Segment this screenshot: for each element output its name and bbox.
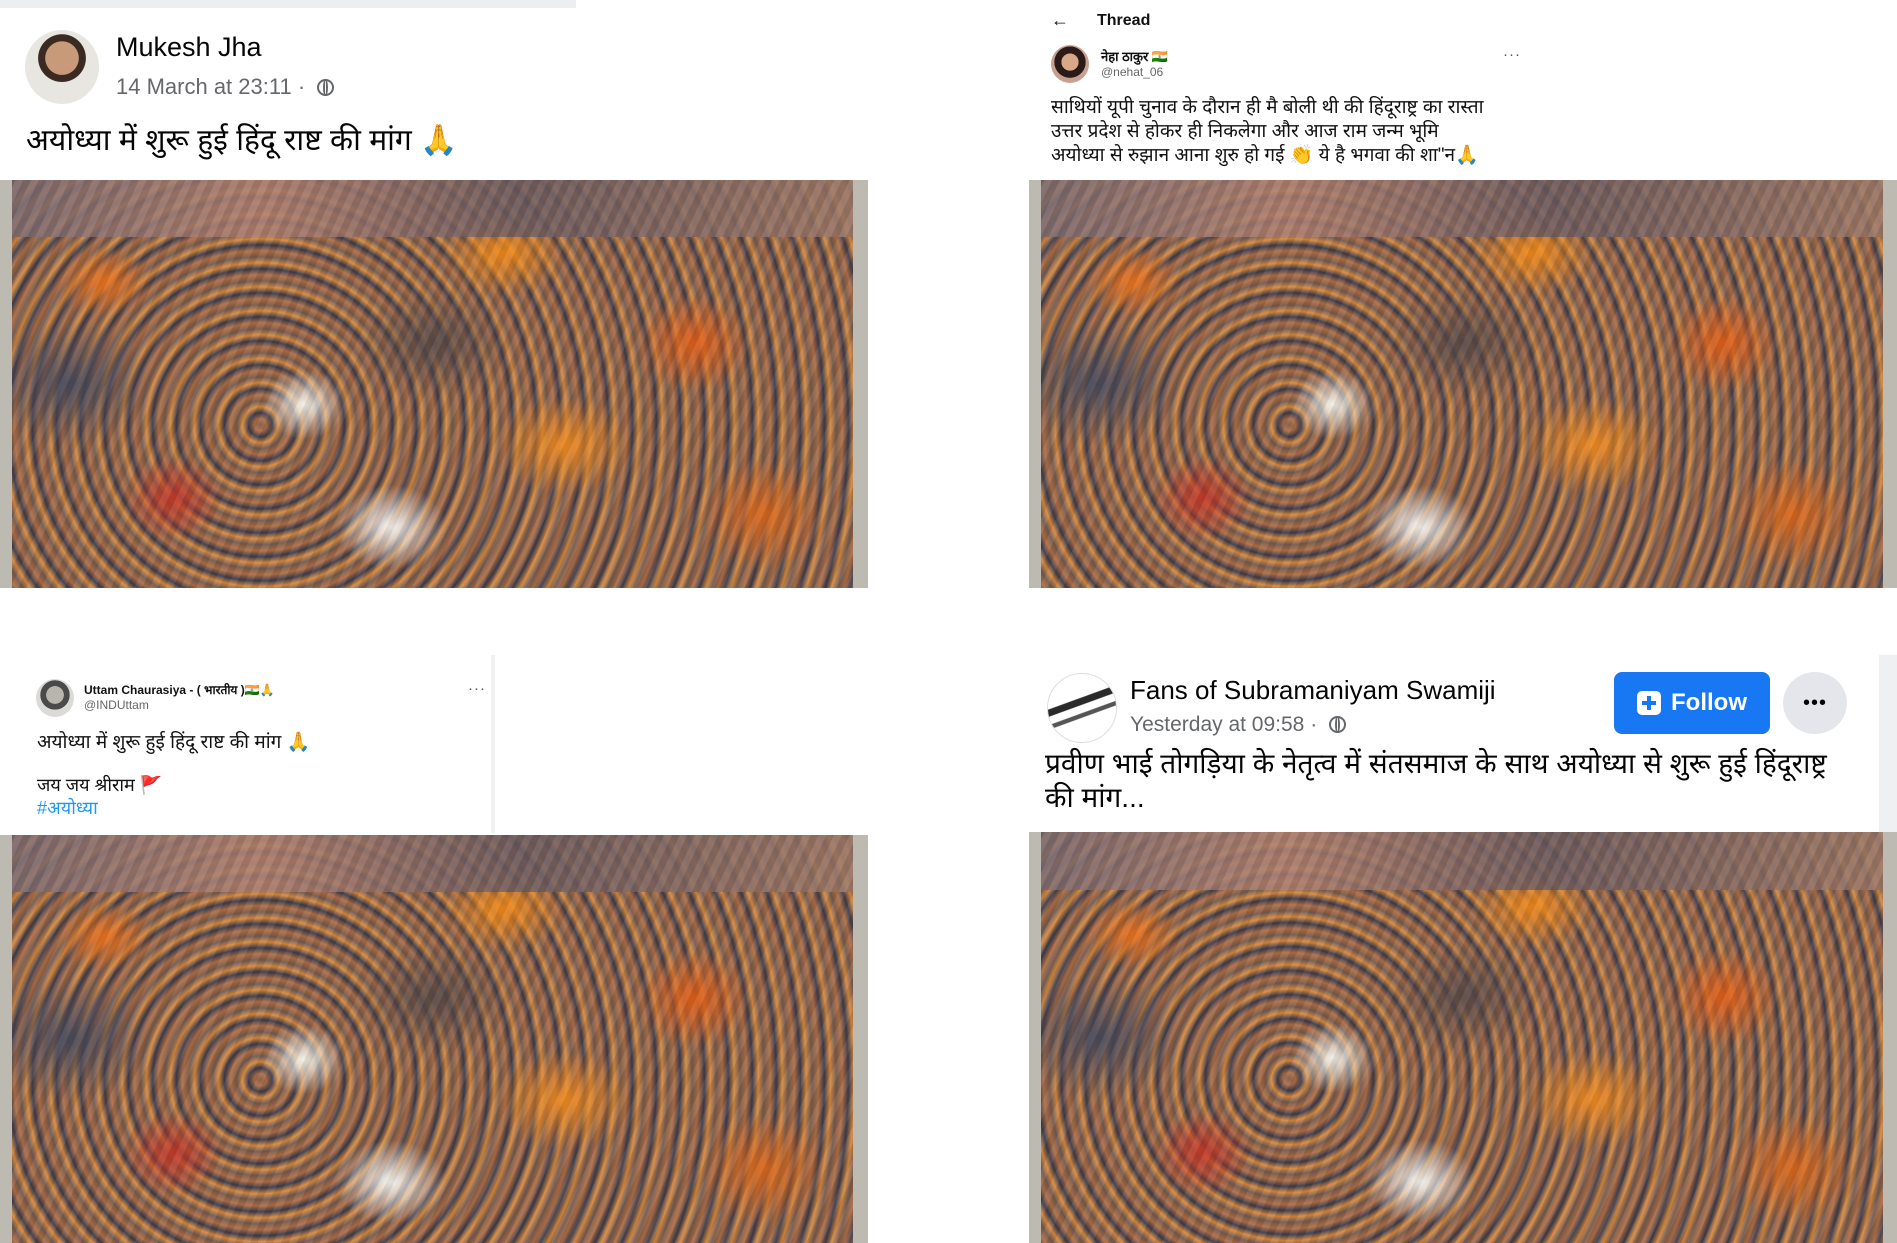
hashtag-link[interactable]: #अयोध्या bbox=[37, 796, 98, 820]
video-border-right bbox=[1883, 180, 1897, 588]
post-line: प्रवीण भाई तोगड़िया के नेतृत्व में संतसम… bbox=[1045, 748, 1827, 779]
avatar[interactable] bbox=[25, 30, 99, 104]
thread-title: Thread bbox=[1097, 12, 1151, 29]
tweet-text: साथियों यूपी चुनाव के दौरान ही मै बोली थ… bbox=[1051, 96, 1484, 168]
post-mukesh-jha: Mukesh Jha 14 March at 23:11 · अयोध्या म… bbox=[0, 0, 868, 588]
post-line: की मांग... bbox=[1045, 782, 1145, 813]
tweet-card-border bbox=[491, 655, 495, 833]
more-options-icon: ••• bbox=[1802, 691, 1827, 714]
timestamp[interactable]: 14 March at 23:11 bbox=[116, 74, 292, 99]
globe-icon bbox=[317, 79, 335, 96]
post-text: प्रवीण भाई तोगड़िया के नेतृत्व में संतसम… bbox=[1045, 747, 1827, 815]
video-border-right bbox=[853, 835, 868, 1243]
follow-label: Follow bbox=[1671, 689, 1747, 716]
page-name[interactable]: Fans of Subramaniyam Swamiji bbox=[1130, 675, 1496, 706]
globe-icon bbox=[1329, 716, 1347, 733]
video-thumbnail[interactable] bbox=[1029, 832, 1897, 1243]
author-name[interactable]: Uttam Chaurasiya - ( भारतीय )🇮🇳🙏 bbox=[84, 681, 275, 698]
video-border-left bbox=[1029, 832, 1041, 1243]
video-border-left bbox=[1029, 180, 1041, 588]
add-page-icon bbox=[1637, 691, 1661, 715]
post-uttam-chaurasiya: Uttam Chaurasiya - ( भारतीय )🇮🇳🙏 @INDUtt… bbox=[0, 655, 868, 1243]
post-fans-of-subramaniyam-swamiji: Fans of Subramaniyam Swamiji Yesterday a… bbox=[1029, 655, 1897, 1243]
timestamp[interactable]: Yesterday at 09:58 bbox=[1130, 713, 1304, 736]
avatar[interactable] bbox=[36, 679, 74, 717]
more-options-icon[interactable]: ··· bbox=[468, 680, 486, 697]
card-border-right bbox=[1879, 655, 1897, 833]
back-arrow-icon[interactable]: ← bbox=[1051, 10, 1069, 31]
tweet-line: उत्तर प्रदेश से होकर ही निकलेगा और आज रा… bbox=[1051, 121, 1439, 142]
post-meta: 14 March at 23:11 · bbox=[116, 74, 335, 100]
author-handle[interactable]: @INDUttam bbox=[84, 698, 149, 712]
video-border-right bbox=[853, 180, 868, 588]
post-text: अयोध्या में शुरू हुई हिंदू राष्ट की मांग… bbox=[26, 124, 458, 157]
avatar[interactable] bbox=[1047, 673, 1117, 743]
tweet-line: साथियों यूपी चुनाव के दौरान ही मै बोली थ… bbox=[1051, 97, 1484, 118]
more-options-icon[interactable]: ··· bbox=[1503, 46, 1521, 63]
more-options-button[interactable]: ••• bbox=[1783, 672, 1847, 734]
video-border-left bbox=[0, 180, 12, 588]
video-border-left bbox=[0, 835, 12, 1243]
avatar[interactable] bbox=[1051, 45, 1089, 83]
author-name[interactable]: Mukesh Jha bbox=[116, 32, 262, 63]
follow-button[interactable]: Follow bbox=[1614, 672, 1770, 734]
top-border bbox=[0, 0, 576, 8]
separator: · bbox=[297, 74, 306, 99]
video-thumbnail[interactable] bbox=[0, 180, 868, 588]
video-thumbnail[interactable] bbox=[0, 835, 868, 1243]
tweet-line: जय जय श्रीराम 🚩 bbox=[37, 775, 163, 795]
post-neha-thakur: ← Thread नेहा ठाकुर 🇮🇳 @nehat_06 ··· साथ… bbox=[1029, 0, 1897, 588]
tweet-line: अयोध्या से रुझान आना शुरु हो गई 👏 ये है … bbox=[1051, 145, 1479, 166]
tweet-text: अयोध्या में शुरू हुई हिंदू राष्ट की मांग… bbox=[37, 732, 311, 753]
video-border-right bbox=[1883, 832, 1897, 1243]
separator: · bbox=[1310, 713, 1318, 736]
author-handle[interactable]: @nehat_06 bbox=[1101, 65, 1163, 79]
post-meta: Yesterday at 09:58 · bbox=[1130, 713, 1347, 737]
video-thumbnail[interactable] bbox=[1029, 180, 1897, 588]
author-name[interactable]: नेहा ठाकुर 🇮🇳 bbox=[1101, 47, 1168, 65]
